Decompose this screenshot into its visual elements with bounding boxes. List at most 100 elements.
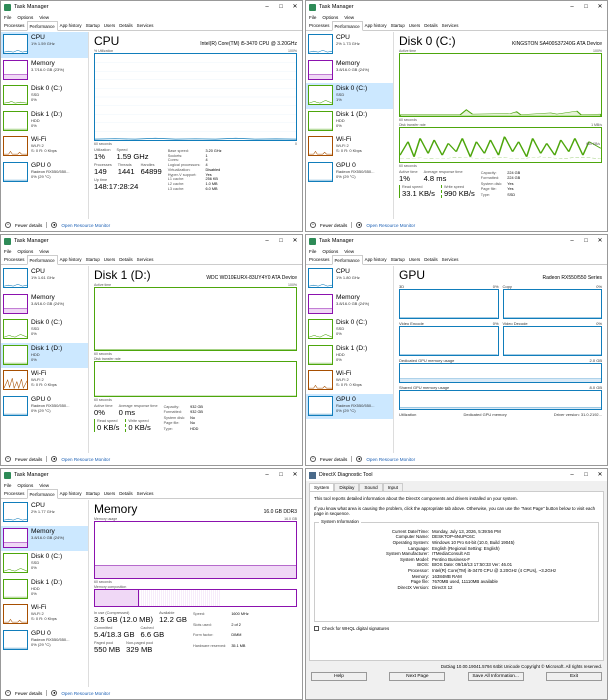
tab-services[interactable]: Services bbox=[135, 489, 156, 498]
fewer-details-link[interactable]: Fewer details bbox=[15, 457, 42, 462]
tab-users[interactable]: Users bbox=[102, 21, 117, 30]
tab-services[interactable]: Services bbox=[135, 255, 156, 264]
maximize-button[interactable]: □ bbox=[274, 469, 288, 481]
tab-performance[interactable]: Performance bbox=[26, 21, 58, 31]
minimize-button[interactable]: – bbox=[260, 235, 274, 247]
menu-options[interactable]: Options bbox=[322, 15, 338, 20]
sidebar-item-wifi[interactable]: Wi-Fi Wi-Fi 2 S: 0 R: 0 Kbps bbox=[306, 368, 393, 394]
help-button[interactable]: Help bbox=[311, 672, 367, 681]
menu-options[interactable]: Options bbox=[17, 249, 33, 254]
tab-details[interactable]: Details bbox=[117, 255, 134, 264]
maximize-button[interactable]: □ bbox=[274, 235, 288, 247]
tab-processes[interactable]: Processes bbox=[307, 21, 332, 30]
exit-button[interactable]: Exit bbox=[545, 672, 602, 681]
menu-view[interactable]: View bbox=[344, 15, 354, 20]
tab-users[interactable]: Users bbox=[407, 255, 422, 264]
menu-view[interactable]: View bbox=[344, 249, 354, 254]
menu-file[interactable]: File bbox=[4, 15, 11, 20]
close-button[interactable]: ✕ bbox=[288, 1, 302, 13]
fewer-details-link[interactable]: Fewer details bbox=[15, 223, 42, 228]
menu-view[interactable]: View bbox=[39, 15, 49, 20]
menu-view[interactable]: View bbox=[39, 249, 49, 254]
maximize-button[interactable]: □ bbox=[579, 235, 593, 247]
tab-display[interactable]: Display bbox=[334, 483, 360, 491]
whql-checkbox[interactable] bbox=[314, 626, 319, 632]
tab-performance[interactable]: Performance bbox=[331, 255, 363, 265]
sidebar-item-cpu[interactable]: CPU 1% 1.59 GHz bbox=[1, 32, 88, 58]
close-button[interactable]: ✕ bbox=[593, 235, 607, 247]
tab-users[interactable]: Users bbox=[102, 255, 117, 264]
tab-startup[interactable]: Startup bbox=[84, 255, 102, 264]
tab-app-history[interactable]: App history bbox=[363, 21, 389, 30]
minimize-button[interactable]: – bbox=[260, 1, 274, 13]
close-button[interactable]: ✕ bbox=[288, 469, 302, 481]
tab-startup[interactable]: Startup bbox=[389, 255, 407, 264]
tab-system[interactable]: System bbox=[309, 483, 335, 491]
tab-app-history[interactable]: App history bbox=[58, 21, 84, 30]
tab-app-history[interactable]: App history bbox=[363, 255, 389, 264]
menu-file[interactable]: File bbox=[4, 249, 11, 254]
maximize-button[interactable]: □ bbox=[579, 1, 593, 13]
sidebar-item-memory[interactable]: Memory 3.8/16.0 GB (24%) bbox=[1, 525, 88, 551]
maximize-button[interactable]: □ bbox=[579, 469, 593, 481]
sidebar-item-gpu0[interactable]: GPU 0 Radeon RX550/550... 0% (29 °C) bbox=[306, 393, 393, 419]
menu-file[interactable]: File bbox=[309, 249, 316, 254]
tab-app-history[interactable]: App history bbox=[58, 255, 84, 264]
sidebar-item-disk0[interactable]: Disk 0 (C:) SSD 0% bbox=[1, 551, 88, 577]
sidebar-item-cpu[interactable]: CPU 2% 1.73 GHz bbox=[306, 32, 393, 58]
open-resource-monitor-link[interactable]: Open Resource Monitor bbox=[61, 223, 110, 228]
tab-startup[interactable]: Startup bbox=[84, 21, 102, 30]
open-resource-monitor-link[interactable]: Open Resource Monitor bbox=[61, 457, 110, 462]
sidebar-item-gpu0[interactable]: GPU 0 Radeon RX550/550... 0% (29 °C) bbox=[1, 160, 88, 186]
sidebar-item-wifi[interactable]: Wi-Fi Wi-Fi 2 S: 0 R: 0 Kbps bbox=[1, 602, 88, 628]
sidebar-item-cpu[interactable]: CPU 2% 1.77 GHz bbox=[1, 500, 88, 526]
close-button[interactable]: ✕ bbox=[593, 469, 607, 481]
tab-details[interactable]: Details bbox=[117, 21, 134, 30]
close-button[interactable]: ✕ bbox=[288, 235, 302, 247]
tab-users[interactable]: Users bbox=[407, 21, 422, 30]
sidebar-item-cpu[interactable]: CPU 1% 1.61 GHz bbox=[1, 266, 88, 292]
fewer-details-link[interactable]: Fewer details bbox=[15, 691, 42, 696]
minimize-button[interactable]: – bbox=[565, 1, 579, 13]
open-resource-monitor-link[interactable]: Open Resource Monitor bbox=[366, 457, 415, 462]
sidebar-item-disk0[interactable]: Disk 0 (C:) SSD 0% bbox=[306, 317, 393, 343]
sidebar-item-memory[interactable]: Memory 3.8/16.0 GB (24%) bbox=[1, 292, 88, 318]
sidebar-item-memory[interactable]: Memory 3.8/16.0 GB (24%) bbox=[306, 292, 393, 318]
tab-startup[interactable]: Startup bbox=[389, 21, 407, 30]
save-all-information-button[interactable]: Save All Information... bbox=[467, 672, 524, 681]
tab-app-history[interactable]: App history bbox=[58, 489, 84, 498]
sidebar-item-disk1[interactable]: Disk 1 (D:) HDD 0% bbox=[306, 343, 393, 369]
sidebar-item-gpu0[interactable]: GPU 0 Radeon RX550/550... 0% (29 °C) bbox=[1, 394, 88, 420]
tab-services[interactable]: Services bbox=[440, 21, 461, 30]
menu-file[interactable]: File bbox=[4, 483, 11, 488]
sidebar-item-wifi[interactable]: Wi-Fi Wi-Fi 2 S: 0 R: 0 Kbps bbox=[1, 368, 88, 394]
maximize-button[interactable]: □ bbox=[274, 1, 288, 13]
tab-services[interactable]: Services bbox=[440, 255, 461, 264]
sidebar-item-disk0[interactable]: Disk 0 (C:) SSD 1% bbox=[306, 83, 393, 109]
sidebar-item-disk1[interactable]: Disk 1 (D:) HDD 0% bbox=[1, 577, 88, 603]
sidebar-item-disk1[interactable]: Disk 1 (D:) HDD 0% bbox=[1, 342, 88, 368]
tab-details[interactable]: Details bbox=[422, 21, 439, 30]
next-page-button[interactable]: Next Page bbox=[389, 672, 446, 681]
close-button[interactable]: ✕ bbox=[593, 1, 607, 13]
menu-file[interactable]: File bbox=[309, 15, 316, 20]
tab-sound[interactable]: Sound bbox=[359, 483, 383, 491]
tab-performance[interactable]: Performance bbox=[26, 489, 58, 499]
open-resource-monitor-link[interactable]: Open Resource Monitor bbox=[366, 223, 415, 228]
tab-processes[interactable]: Processes bbox=[2, 21, 27, 30]
sidebar-item-gpu0[interactable]: GPU 0 Radeon RX550/550... 0% (29 °C) bbox=[306, 160, 393, 186]
fewer-details-link[interactable]: Fewer details bbox=[320, 457, 347, 462]
tab-details[interactable]: Details bbox=[117, 489, 134, 498]
sidebar-item-memory[interactable]: Memory 3.7/16.0 GB (23%) bbox=[1, 58, 88, 84]
tab-processes[interactable]: Processes bbox=[2, 489, 27, 498]
tab-startup[interactable]: Startup bbox=[84, 489, 102, 498]
tab-users[interactable]: Users bbox=[102, 489, 117, 498]
menu-options[interactable]: Options bbox=[322, 249, 338, 254]
sidebar-item-cpu[interactable]: CPU 1% 1.80 GHz bbox=[306, 266, 393, 292]
tab-processes[interactable]: Processes bbox=[307, 255, 332, 264]
sidebar-item-disk1[interactable]: Disk 1 (D:) HDD 0% bbox=[306, 109, 393, 135]
fewer-details-link[interactable]: Fewer details bbox=[320, 223, 347, 228]
sidebar-item-disk0[interactable]: Disk 0 (C:) SSD 0% bbox=[1, 317, 88, 343]
tab-details[interactable]: Details bbox=[422, 255, 439, 264]
minimize-button[interactable]: – bbox=[260, 469, 274, 481]
